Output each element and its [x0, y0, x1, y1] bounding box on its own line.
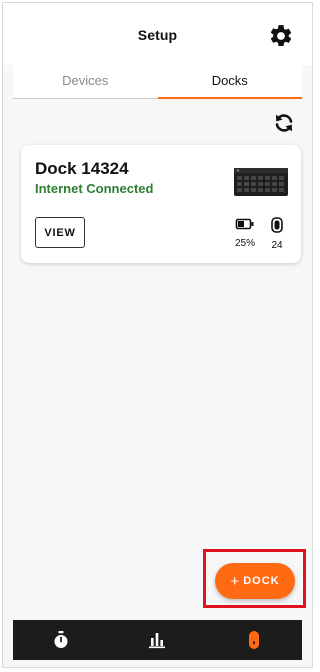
dock-name: Dock 14324 [35, 159, 129, 178]
plus-icon: + [230, 572, 240, 590]
tab-bar: Devices Docks [13, 65, 302, 99]
bottom-nav [13, 620, 302, 660]
view-button[interactable]: VIEW [35, 217, 85, 248]
header: Setup [3, 3, 312, 65]
device-count-stat: 24 [264, 217, 290, 251]
stopwatch-icon [54, 631, 68, 648]
add-dock-label: DOCK [243, 575, 280, 587]
battery-percent: 25% [234, 238, 255, 249]
app-frame: Setup Devices Docks Dock 14324 Internet … [2, 2, 313, 668]
bar-chart-icon [149, 633, 166, 649]
nav-item-docks[interactable] [206, 620, 302, 660]
gear-icon[interactable] [268, 23, 294, 49]
tab-devices[interactable]: Devices [13, 65, 158, 99]
refresh-icon[interactable] [272, 111, 296, 135]
dock-card[interactable]: Dock 14324 Internet Connected VIEW 25% 2… [21, 145, 301, 263]
nav-item-stats[interactable] [109, 620, 205, 660]
nav-item-timer[interactable] [13, 620, 109, 660]
dock-status: Internet Connected [35, 181, 154, 196]
battery-stat: 25% [232, 217, 258, 249]
dock-device-image [234, 168, 288, 196]
battery-icon [235, 218, 254, 230]
tab-docks[interactable]: Docks [157, 65, 302, 99]
add-dock-button[interactable]: + DOCK [215, 563, 295, 599]
device-tag-icon [248, 631, 259, 649]
device-tag-icon [271, 217, 283, 233]
page-title: Setup [137, 27, 178, 43]
device-count: 24 [271, 240, 283, 251]
